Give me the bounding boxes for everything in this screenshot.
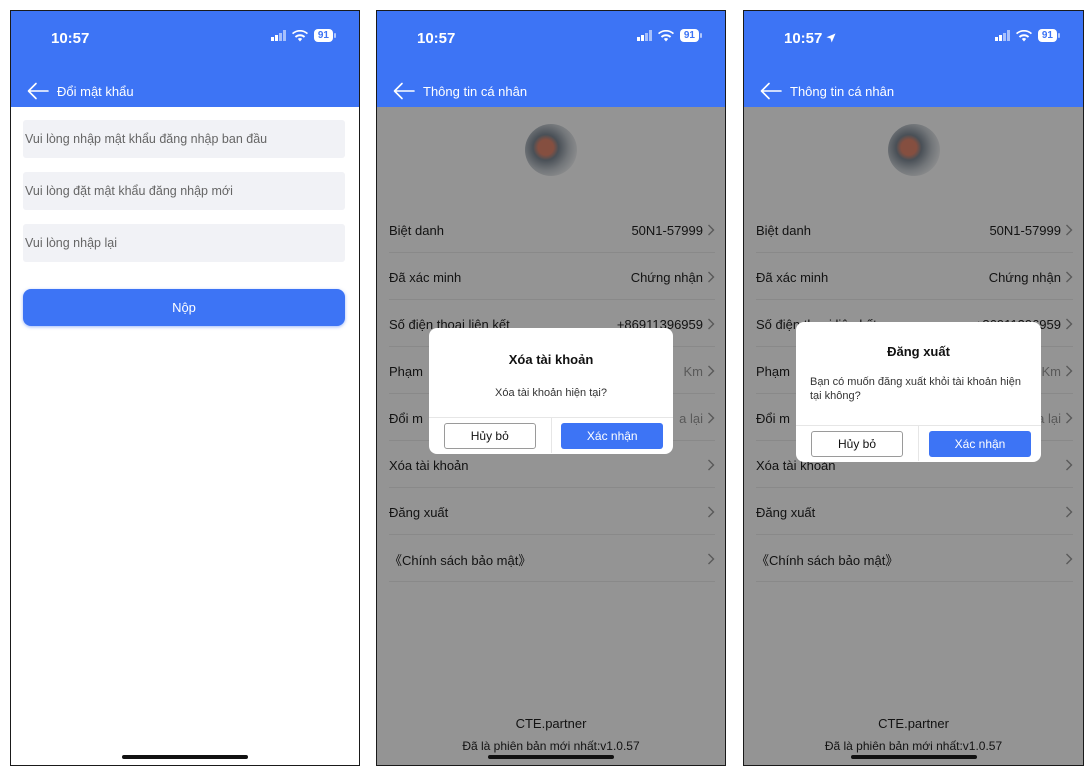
wifi-icon bbox=[291, 29, 308, 41]
submit-button[interactable]: Nộp bbox=[23, 289, 345, 326]
back-arrow-icon[interactable] bbox=[27, 82, 49, 100]
dialog-message: Bạn có muốn đăng xuất khỏi tài khoản hiệ… bbox=[810, 376, 1021, 402]
dialog-title: Đăng xuất bbox=[887, 344, 950, 359]
confirm-button[interactable]: Xác nhận bbox=[561, 422, 664, 449]
phone-profile-logout: 10:57 91 Thông tin cá nhân Biệt danh 50N1… bbox=[743, 10, 1084, 766]
location-arrow-icon bbox=[826, 33, 836, 43]
original-password-input[interactable] bbox=[23, 120, 345, 158]
status-bar: 10:57 91 bbox=[744, 11, 1083, 63]
cancel-button[interactable]: Hủy bỏ bbox=[443, 422, 536, 449]
dialog-buttons: Hủy bỏ Xác nhận bbox=[429, 417, 673, 453]
battery-icon: 91 bbox=[1037, 29, 1061, 42]
system-icons: 91 bbox=[994, 29, 1061, 42]
status-bar: 10:57 91 bbox=[11, 11, 359, 63]
status-time: 10:57 bbox=[417, 30, 456, 47]
home-indicator bbox=[122, 755, 248, 759]
back-arrow-icon[interactable] bbox=[393, 82, 415, 100]
home-indicator bbox=[850, 755, 977, 759]
confirm-password-input[interactable] bbox=[23, 224, 345, 262]
system-icons: 91 bbox=[636, 29, 703, 42]
system-icons: 91 bbox=[270, 29, 337, 42]
dialog-title: Xóa tài khoản bbox=[508, 352, 594, 367]
header-bar: 10:57 91 Đổi mật khẩu bbox=[11, 11, 359, 107]
page-title: Thông tin cá nhân bbox=[790, 83, 895, 99]
nav-bar: Thông tin cá nhân bbox=[744, 77, 1083, 105]
page-title: Thông tin cá nhân bbox=[423, 83, 528, 99]
back-arrow-icon[interactable] bbox=[760, 82, 782, 100]
nav-bar: Đổi mật khẩu bbox=[11, 77, 359, 105]
new-password-input[interactable] bbox=[23, 172, 345, 210]
status-time: 10:57 bbox=[51, 30, 90, 47]
signal-icon bbox=[270, 30, 286, 41]
page-title: Đổi mật khẩu bbox=[57, 83, 134, 99]
home-indicator bbox=[488, 755, 614, 759]
status-bar: 10:57 91 bbox=[377, 11, 725, 63]
dialog-buttons: Hủy bỏ Xác nhận bbox=[796, 425, 1041, 461]
nav-bar: Thông tin cá nhân bbox=[377, 77, 725, 105]
cancel-button[interactable]: Hủy bỏ bbox=[811, 430, 903, 457]
delete-account-dialog: Xóa tài khoản Xóa tài khoản hiện tại? Hủ… bbox=[429, 328, 673, 454]
signal-icon bbox=[994, 30, 1010, 41]
status-time: 10:57 bbox=[784, 30, 836, 47]
dialog-message: Xóa tài khoản hiện tại? bbox=[495, 387, 607, 399]
confirm-button[interactable]: Xác nhận bbox=[929, 430, 1031, 457]
header-bar: 10:57 91 Thông tin cá nhân bbox=[744, 11, 1083, 107]
phone-profile-delete: 10:57 91 Thông tin cá nhân Biệt danh 50N1… bbox=[376, 10, 726, 766]
battery-icon: 91 bbox=[313, 29, 337, 42]
wifi-icon bbox=[657, 29, 674, 41]
phone-change-password: 10:57 91 Đổi mật khẩu Nộp bbox=[10, 10, 360, 766]
header-bar: 10:57 91 Thông tin cá nhân bbox=[377, 11, 725, 107]
battery-icon: 91 bbox=[679, 29, 703, 42]
logout-dialog: Đăng xuất Bạn có muốn đăng xuất khỏi tài… bbox=[796, 322, 1041, 462]
wifi-icon bbox=[1015, 29, 1032, 41]
signal-icon bbox=[636, 30, 652, 41]
